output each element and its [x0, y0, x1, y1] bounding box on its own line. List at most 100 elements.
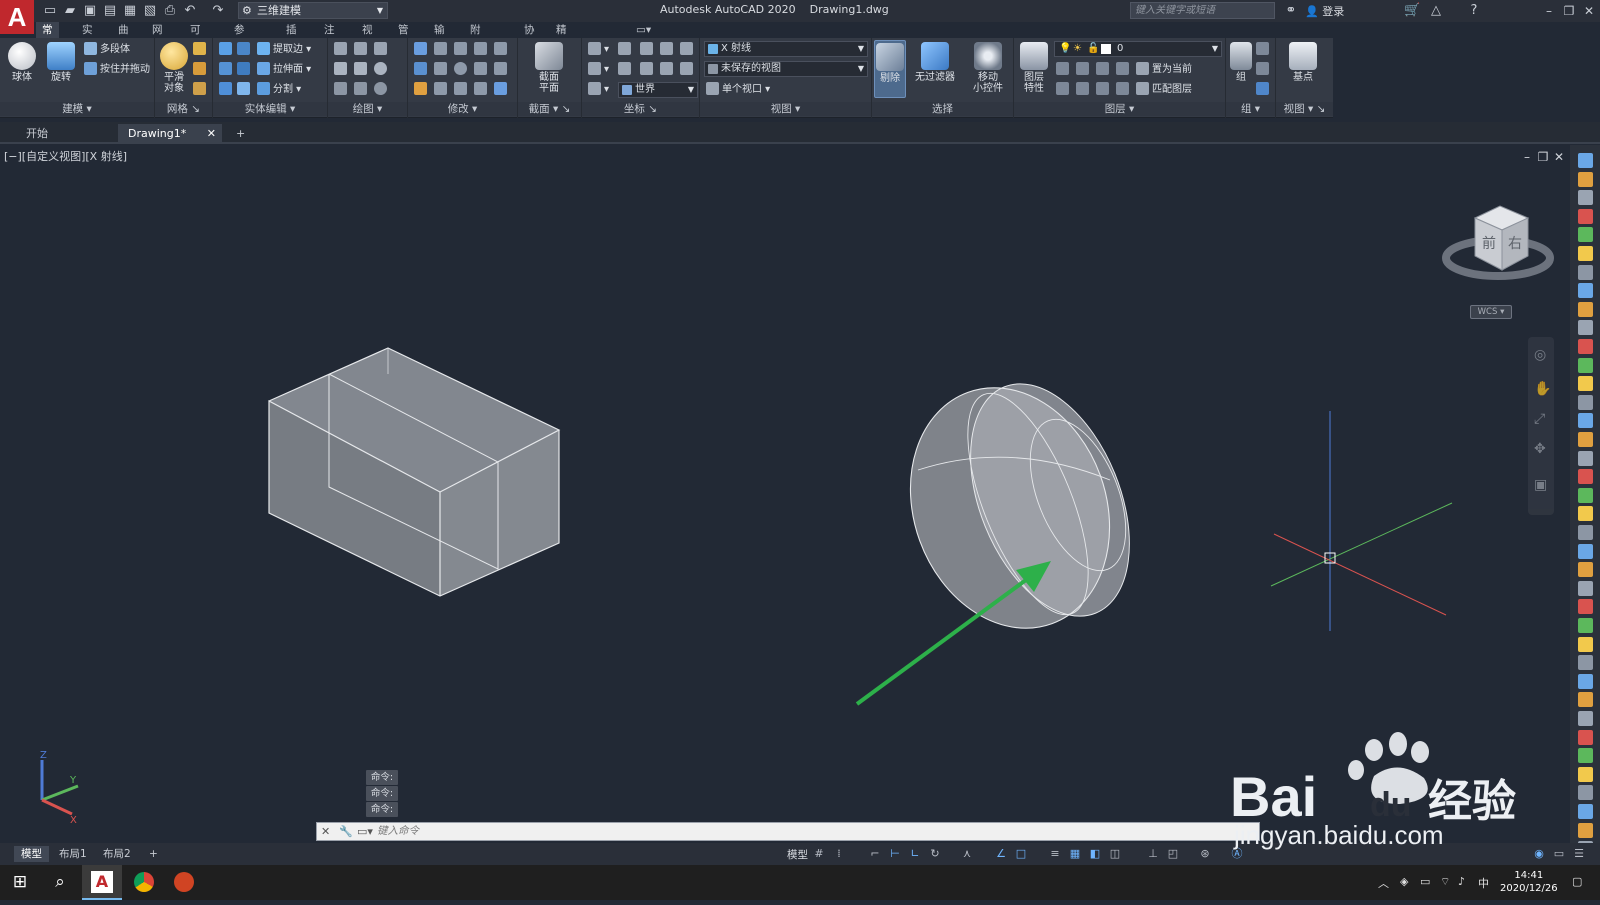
- windows-start-icon[interactable]: ⊞: [0, 865, 40, 900]
- tool-palette-icon[interactable]: [1578, 469, 1593, 485]
- tool-palette-icon[interactable]: [1578, 580, 1593, 596]
- tool-palette-icon[interactable]: [1578, 487, 1593, 503]
- layout-tab-layout1[interactable]: 布局1: [52, 846, 94, 862]
- ortho-icon[interactable]: ∟: [908, 847, 922, 861]
- taskbar-chrome-icon[interactable]: [124, 865, 164, 900]
- tool-palette-icon[interactable]: [1578, 301, 1593, 317]
- tool-palette-icon[interactable]: [1578, 320, 1593, 336]
- notification-icon[interactable]: ▢: [1572, 875, 1582, 888]
- gizmo-toggle-icon[interactable]: ⊛: [1198, 847, 1212, 861]
- showmotion-icon[interactable]: ▣: [1534, 477, 1547, 493]
- clock-time: 14:41: [1514, 870, 1544, 881]
- tool-palette-icon[interactable]: [1578, 636, 1593, 652]
- tool-palette-icon[interactable]: [1578, 562, 1593, 578]
- command-history-line: 命令:: [366, 786, 398, 801]
- add-layout-button[interactable]: +: [142, 846, 165, 862]
- wireframe-box[interactable]: [268, 347, 561, 597]
- crosshair-cursor: [1270, 411, 1453, 631]
- tool-palette-strip: [1570, 145, 1600, 863]
- recent-commands-icon[interactable]: ▭▾: [357, 823, 373, 840]
- tool-palette-icon[interactable]: [1578, 357, 1593, 373]
- customize-wrench-icon[interactable]: 🔧: [339, 823, 353, 840]
- tool-palette-icon[interactable]: [1578, 283, 1593, 299]
- tool-palette-icon[interactable]: [1578, 246, 1593, 261]
- zoom-icon[interactable]: ⤢: [1534, 411, 1545, 427]
- navigation-bar: ◎ ✋ ⤢ ✥ ▣: [1528, 337, 1554, 515]
- tool-palette-icon[interactable]: [1578, 804, 1593, 819]
- snap-icon[interactable]: ⁞: [832, 847, 846, 861]
- orbit-icon[interactable]: ✥: [1534, 441, 1546, 457]
- tool-palette-icon[interactable]: [1578, 171, 1593, 187]
- selection-cycling-icon[interactable]: ◧: [1088, 847, 1102, 861]
- steering-wheel-icon[interactable]: ◎: [1534, 347, 1546, 363]
- ucs-y-axis: [41, 784, 79, 802]
- viewcube[interactable]: 前 右: [1440, 198, 1556, 308]
- model-space-toggle[interactable]: 模型: [787, 847, 808, 862]
- dynamic-ucs-icon[interactable]: ⊥: [1146, 847, 1160, 861]
- powerpoint-glyph: [174, 872, 194, 892]
- osnap-icon[interactable]: □: [1014, 847, 1028, 861]
- tool-palette-icon[interactable]: [1578, 748, 1593, 764]
- tool-palette-icon[interactable]: [1578, 729, 1593, 745]
- tool-palette-icon[interactable]: [1578, 264, 1593, 280]
- tool-palette-icon[interactable]: [1578, 227, 1593, 243]
- grid-icon[interactable]: #: [812, 847, 826, 861]
- infer-constraints-icon[interactable]: ⌐: [868, 847, 882, 861]
- tool-palette-icon[interactable]: [1578, 711, 1593, 726]
- tool-palette-icon[interactable]: [1578, 599, 1593, 615]
- tray-app-icon[interactable]: ◈: [1400, 875, 1408, 888]
- tool-palette-icon[interactable]: [1578, 525, 1593, 540]
- tool-palette-icon[interactable]: [1578, 153, 1593, 168]
- layout-tab-layout2[interactable]: 布局2: [96, 846, 138, 862]
- tool-palette-icon[interactable]: [1578, 618, 1593, 633]
- tool-palette-icon[interactable]: [1578, 822, 1593, 838]
- tool-palette-icon[interactable]: [1578, 692, 1593, 708]
- tool-palette-icon[interactable]: [1578, 339, 1593, 354]
- tool-palette-icon[interactable]: [1578, 506, 1593, 522]
- tray-chevron-icon[interactable]: ︿: [1378, 875, 1389, 891]
- volume-icon[interactable]: ♪: [1458, 875, 1465, 888]
- wireframe-hemisphere[interactable]: [878, 360, 1161, 657]
- network-icon[interactable]: ⌔: [1440, 875, 1450, 889]
- transparency-icon[interactable]: ▦: [1068, 847, 1082, 861]
- tool-palette-icon[interactable]: [1578, 413, 1593, 429]
- polar-tracking-icon[interactable]: ↻: [928, 847, 942, 861]
- command-input[interactable]: 键入命令: [377, 823, 419, 840]
- tool-palette-icon[interactable]: [1578, 655, 1593, 671]
- ucs-y-text: Y: [69, 775, 77, 786]
- lineweight-icon[interactable]: ≡: [1048, 847, 1062, 861]
- close-command-icon[interactable]: ✕: [321, 823, 330, 840]
- tool-palette-icon[interactable]: [1578, 450, 1593, 466]
- dynamic-input-icon[interactable]: ⊢: [888, 847, 902, 861]
- selection-filter-icon[interactable]: ◰: [1166, 847, 1180, 861]
- isodraft-icon[interactable]: ⋏: [960, 847, 974, 861]
- ucs-x-text: X: [70, 815, 77, 826]
- tool-palette-icon[interactable]: [1578, 673, 1593, 689]
- system-clock[interactable]: 14:41 2020/12/26: [1500, 869, 1558, 895]
- object-snap-tracking-icon[interactable]: ∠: [994, 847, 1008, 861]
- pan-hand-icon[interactable]: ✋: [1534, 381, 1551, 397]
- command-history: 命令: 命令: 命令:: [366, 770, 398, 818]
- 3d-osnap-icon[interactable]: ◫: [1108, 847, 1122, 861]
- taskbar-powerpoint-icon[interactable]: [164, 865, 204, 900]
- tool-palette-icon[interactable]: [1578, 190, 1593, 206]
- wcs-menu[interactable]: WCS ▾: [1470, 305, 1512, 319]
- layout-tab-model[interactable]: 模型: [14, 846, 49, 862]
- tool-palette-icon[interactable]: [1578, 543, 1593, 559]
- ucs-icon: Z Y X: [40, 750, 79, 826]
- watermark-url: jingyan.baidu.com: [1233, 820, 1444, 850]
- tool-palette-icon[interactable]: [1578, 766, 1593, 782]
- tool-palette-icon[interactable]: [1578, 394, 1593, 410]
- customization-menu-icon[interactable]: ☰: [1572, 847, 1586, 861]
- search-icon[interactable]: ⌕: [40, 865, 80, 900]
- battery-icon[interactable]: ▭: [1420, 875, 1430, 888]
- tool-palette-icon[interactable]: [1578, 432, 1593, 447]
- tool-palette-icon[interactable]: [1578, 208, 1593, 224]
- taskbar-autocad-icon[interactable]: A: [82, 865, 122, 900]
- tool-palette-icon[interactable]: [1578, 785, 1593, 801]
- watermark-brand-du: du: [1370, 786, 1412, 824]
- tool-palette-icon[interactable]: [1578, 376, 1593, 392]
- ime-indicator[interactable]: 中: [1478, 875, 1489, 891]
- command-line[interactable]: ✕ 🔧 ▭▾ 键入命令: [316, 822, 1260, 841]
- watermark-brand: Bai: [1230, 765, 1317, 828]
